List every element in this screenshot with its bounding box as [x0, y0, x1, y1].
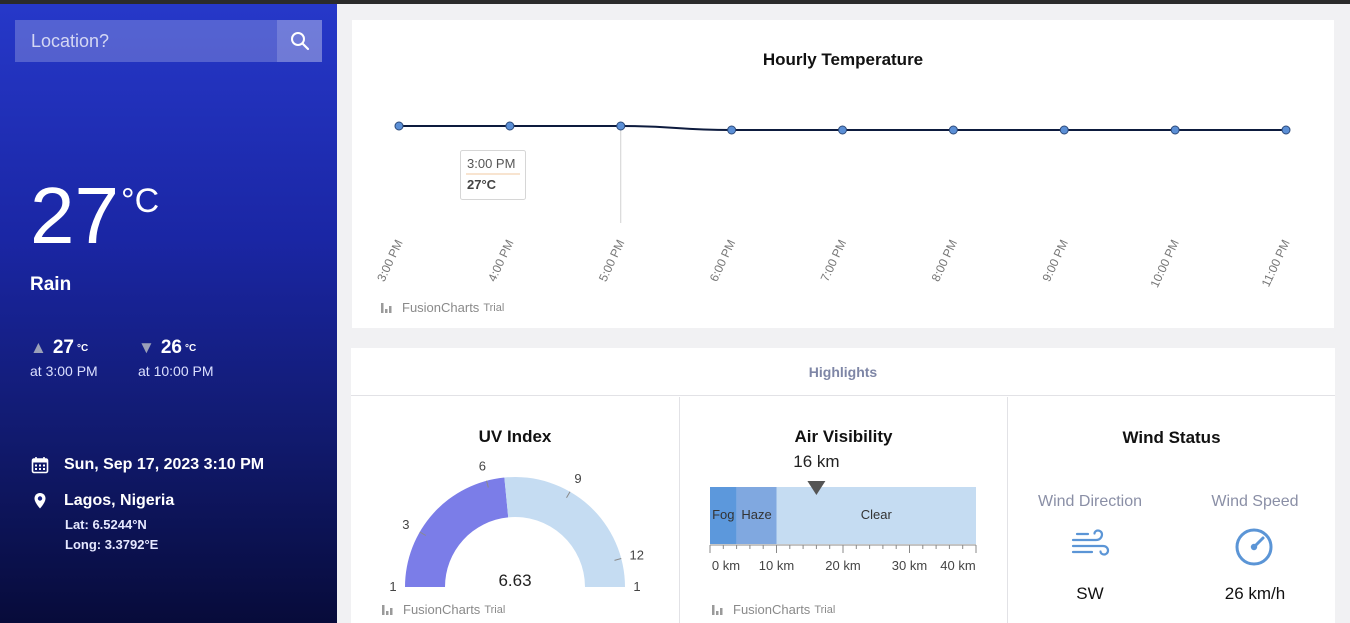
data-point	[1059, 125, 1069, 135]
watermark-brand: FusionCharts	[403, 602, 481, 617]
data-point	[616, 121, 626, 131]
visibility-band-label: Fog	[712, 507, 734, 522]
uv-index-panel: UV Index 3 6 9 12 1 1 6.63 FusionCharts Trial	[351, 397, 679, 623]
hourly-temperature-chart: 3:00 PM 4:00 PM 5:00 PM 6:00 PM 7:00 PM 8:00 …	[374, 121, 1293, 290]
watermark-suffix: Trial	[814, 603, 836, 616]
search-bar	[15, 20, 322, 62]
watermark-brand: FusionCharts	[402, 300, 480, 315]
x-tick-label: 5:00 PM	[596, 237, 628, 283]
data-point	[394, 121, 404, 131]
fusioncharts-logo-icon	[381, 302, 392, 313]
x-tick-label: 11:00 PM	[1259, 237, 1293, 289]
wind-speed-label: Wind Speed	[1211, 493, 1299, 510]
data-point	[948, 125, 958, 135]
x-tick-label: 3:00 PM	[374, 237, 406, 283]
high-time: at 3:00 PM	[30, 363, 98, 379]
down-triangle-icon: ▼	[138, 338, 155, 357]
low-value: 26	[160, 337, 182, 358]
visibility-axis-label: 20 km	[825, 558, 860, 573]
wind-direction-label: Wind Direction	[1037, 493, 1143, 510]
x-tick-label: 7:00 PM	[818, 237, 850, 283]
low-temperature: ▼ 26 °C at 10:00 PM	[138, 337, 214, 379]
wind-icon	[1071, 529, 1110, 556]
fusioncharts-trial-watermark: FusionCharts Trial	[380, 300, 504, 315]
low-time: at 10:00 PM	[138, 363, 214, 379]
x-tick-label: 8:00 PM	[929, 237, 961, 283]
latitude: Lat: 6.5244°N	[65, 517, 147, 532]
uv-tick-label: 12	[629, 547, 643, 562]
watermark-brand: FusionCharts	[733, 602, 811, 617]
wind-direction-value: SW	[1076, 584, 1104, 603]
x-tick-label: 4:00 PM	[485, 237, 517, 283]
location-row: Lagos, Nigeria	[30, 492, 174, 510]
air-visibility-panel: Air Visibility Fog Haze Clear 0 km 10 km 20 k…	[680, 397, 1007, 623]
uv-value: 6.63	[498, 571, 531, 590]
visibility-trial-watermark: FusionCharts Trial	[711, 602, 835, 617]
watermark-suffix: Trial	[483, 301, 505, 314]
main-content: Hourly Temperature 3:00 PM 4:00 PM 5:00 PM…	[337, 4, 1350, 623]
wind-status-panel: Wind Status Wind Direction SW Wind Speed…	[1008, 397, 1335, 623]
visibility-bar: Fog Haze Clear 0 km 10 km 20 km 30 km 40 km 16 k…	[709, 452, 977, 573]
high-temperature: ▲ 27 °C at 3:00 PM	[30, 337, 98, 379]
wind-title: Wind Status	[1122, 428, 1221, 447]
highlights-card: Highlights UV Index 3 6 9 12 1 1 6.63 FusionCh…	[351, 348, 1335, 623]
data-point	[727, 125, 737, 135]
longitude: Long: 3.3792°E	[65, 537, 159, 552]
uv-gauge: 3 6 9 12 1 1 6.63	[389, 458, 644, 594]
visibility-axis-label: 10 km	[759, 558, 794, 573]
current-datetime: Sun, Sep 17, 2023 3:10 PM	[64, 456, 265, 473]
uv-tick-label: 3	[402, 517, 409, 532]
fusioncharts-logo-icon	[382, 604, 393, 615]
highlights-title: Highlights	[351, 348, 1335, 396]
temperature-unit: °C	[120, 182, 160, 220]
tooltip-label: 3:00 PM	[467, 156, 515, 171]
search-button[interactable]	[277, 20, 322, 62]
low-unit: °C	[184, 342, 197, 354]
location-name: Lagos, Nigeria	[64, 492, 175, 509]
wind-speed-value: 26 km/h	[1224, 584, 1286, 603]
visibility-axis-label: 40 km	[940, 558, 975, 573]
visibility-band-label: Haze	[741, 507, 771, 522]
uv-tick-label: 9	[574, 471, 581, 486]
tooltip-value: 27°C	[467, 177, 497, 192]
hourly-temperature-card: Hourly Temperature 3:00 PM 4:00 PM 5:00 PM…	[352, 20, 1334, 328]
up-triangle-icon: ▲	[30, 338, 47, 357]
fusioncharts-logo-icon	[712, 604, 723, 615]
search-icon	[290, 32, 309, 51]
uv-tick-label: 6	[479, 458, 486, 473]
date-row: Sun, Sep 17, 2023 3:10 PM	[30, 456, 264, 474]
search-input[interactable]	[15, 20, 277, 62]
current-temperature: 27 °C	[30, 176, 159, 256]
temperature-value: 27	[30, 171, 119, 260]
data-point	[838, 125, 847, 135]
uv-min-label: 1	[389, 579, 396, 594]
high-value: 27	[52, 337, 74, 358]
weather-condition: Rain	[30, 274, 72, 295]
data-point	[1281, 125, 1291, 135]
data-point	[505, 121, 515, 131]
map-pin-icon	[34, 493, 46, 509]
visibility-band-label: Clear	[861, 507, 893, 522]
x-tick-label: 9:00 PM	[1039, 237, 1071, 283]
uv-max-label: 1	[633, 579, 640, 594]
high-unit: °C	[76, 342, 89, 354]
data-point	[1170, 125, 1180, 135]
speedometer-icon	[1235, 528, 1273, 566]
x-tick-label: 6:00 PM	[707, 237, 739, 283]
visibility-value: 16 km	[793, 452, 839, 471]
visibility-axis-label: 0 km	[712, 558, 740, 573]
x-tick-label: 10:00 PM	[1147, 237, 1181, 289]
uv-trial-watermark: FusionCharts Trial	[381, 602, 505, 617]
calendar-icon	[31, 457, 49, 474]
watermark-suffix: Trial	[484, 603, 506, 616]
sidebar: 27 °C Rain ▲ 27 °C at 3:00 PM ▼ 26 °C at…	[0, 4, 337, 623]
visibility-axis-label: 30 km	[892, 558, 927, 573]
